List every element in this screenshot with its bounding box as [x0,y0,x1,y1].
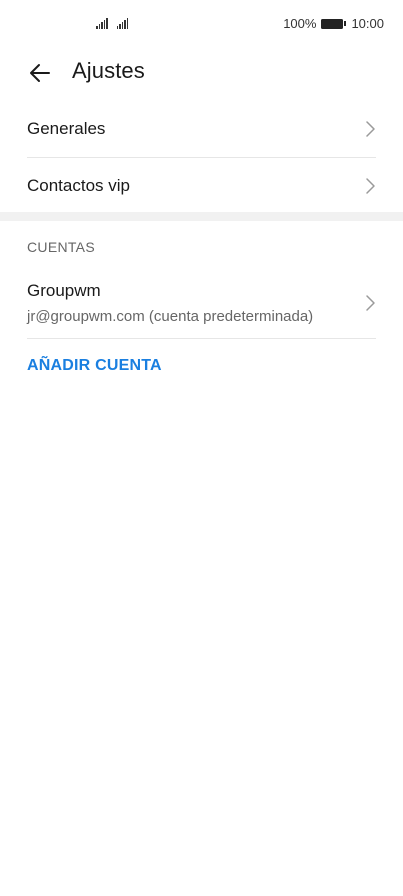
signal-icon [116,17,128,29]
account-name: Groupwm [27,281,101,300]
add-account-button[interactable]: AÑADIR CUENTA [27,357,162,375]
back-button[interactable] [24,57,56,89]
account-email: jr@groupwm.com (cuenta predeterminada) [27,308,314,325]
chevron-right-icon [366,295,375,311]
battery-icon [321,18,347,29]
account-item-groupwm[interactable]: Groupwm jr@groupwm.com (cuenta predeterm… [27,267,376,339]
section-header-cuentas: CUENTAS [27,239,95,255]
battery-percent: 100% [283,16,317,31]
settings-item-generales[interactable]: Generales [27,101,376,158]
status-right: 100% 10:00 [283,16,384,31]
signal-icon [96,17,108,29]
arrow-left-icon [30,64,50,82]
settings-item-label: Contactos vip [27,176,130,195]
chevron-right-icon [366,121,375,137]
settings-item-contactos-vip[interactable]: Contactos vip [27,158,376,214]
settings-item-label: Generales [27,119,106,138]
clock: 10:00 [351,16,384,31]
status-bar: 100% 10:00 [0,0,403,48]
page-title: Ajustes [72,58,145,83]
chevron-right-icon [366,178,375,194]
section-separator [0,212,403,221]
settings-list: Generales Contactos vip [0,101,403,214]
signal-group [96,17,128,29]
app-header: Ajustes [0,48,403,98]
